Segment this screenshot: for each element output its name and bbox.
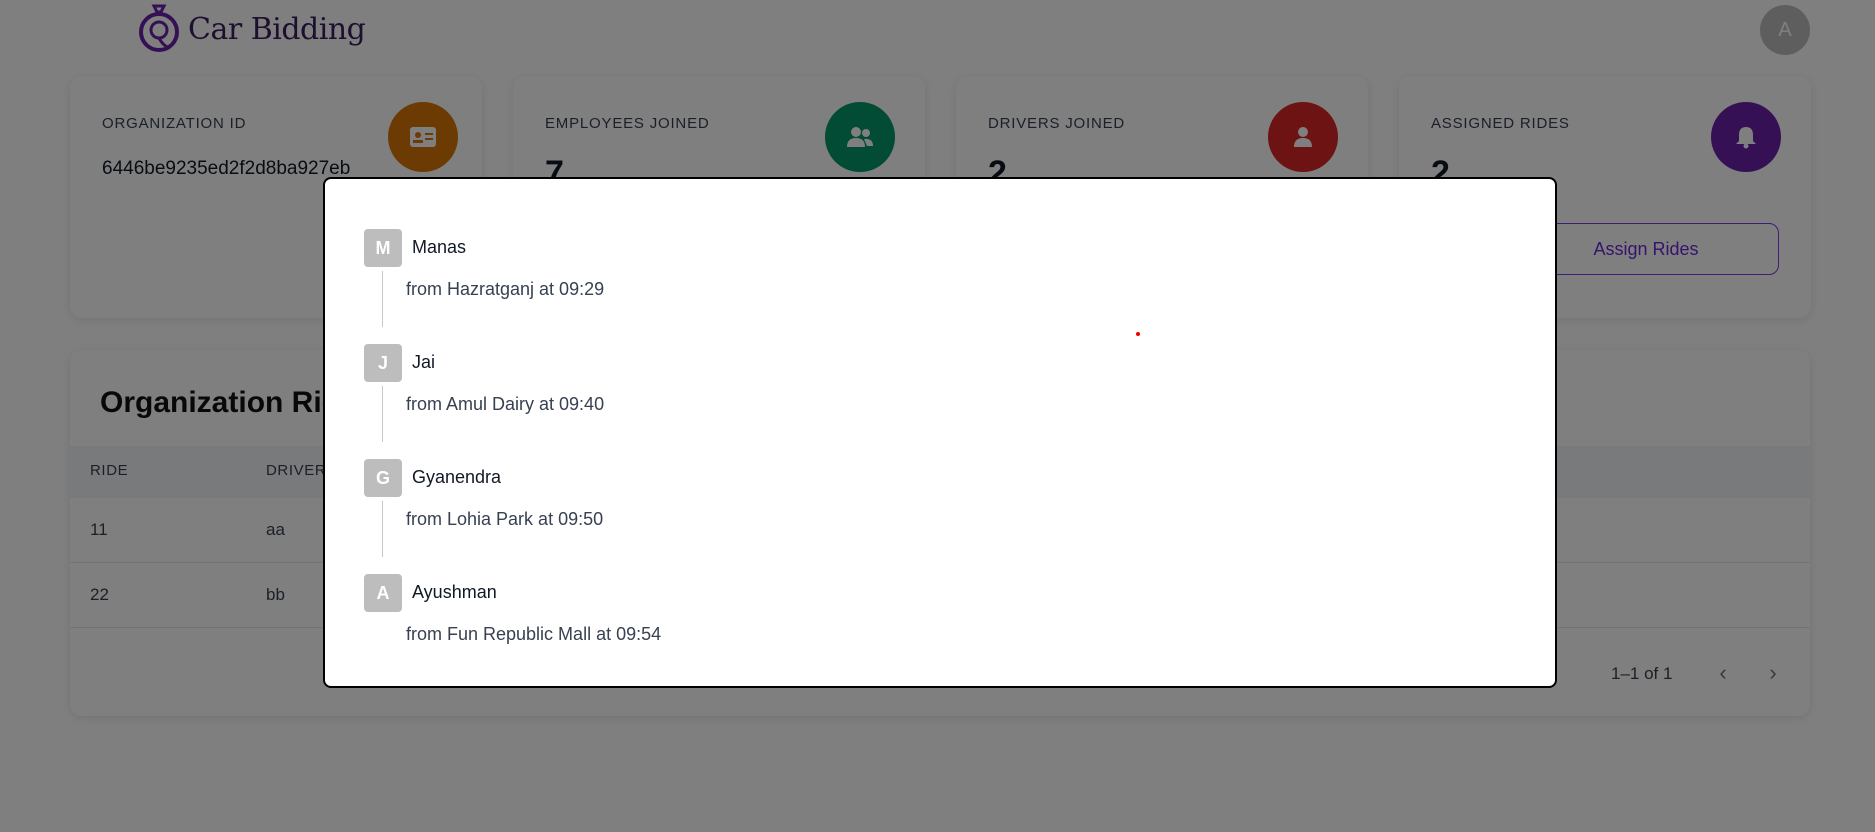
cursor-dot	[1136, 332, 1140, 336]
avatar: J	[364, 344, 402, 382]
timeline-name: Manas	[412, 237, 467, 257]
avatar: M	[364, 229, 402, 267]
timeline-name: Ayushman	[412, 582, 497, 602]
timeline-connector	[382, 386, 383, 442]
timeline-detail: from Fun Republic Mall at 09:54	[406, 624, 662, 644]
timeline-connector	[382, 501, 383, 557]
ride-details-modal: M Manas from Hazratganj at 09:29 J Jai f…	[323, 177, 1557, 688]
timeline-name: Jai	[412, 352, 436, 372]
timeline-detail: from Amul Dairy at 09:40	[406, 394, 605, 414]
timeline-detail: from Hazratganj at 09:29	[406, 279, 605, 299]
avatar: A	[364, 574, 402, 612]
timeline-name: Gyanendra	[412, 467, 502, 487]
timeline-detail: from Lohia Park at 09:50	[406, 509, 604, 529]
timeline-connector	[382, 271, 383, 327]
avatar: G	[364, 459, 402, 497]
